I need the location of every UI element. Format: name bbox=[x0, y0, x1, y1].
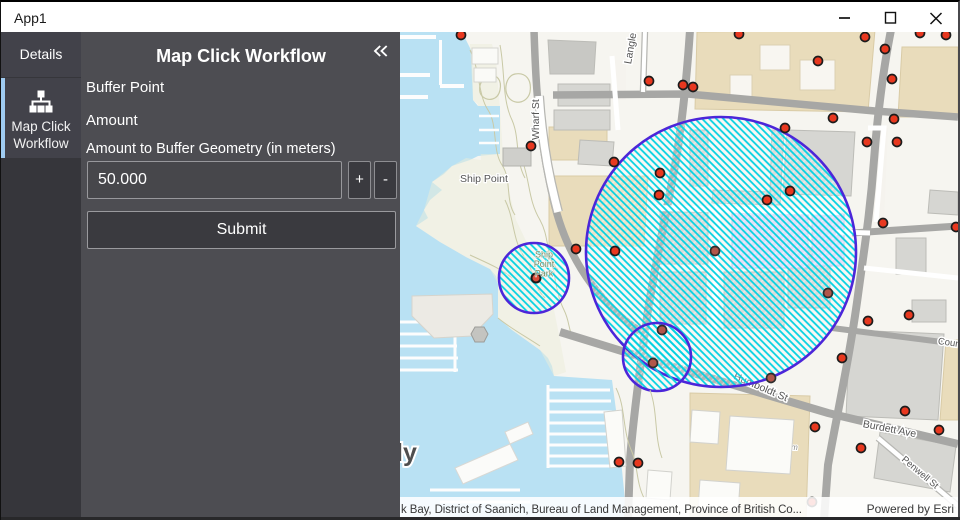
svg-text:Wharf St: Wharf St bbox=[530, 99, 542, 140]
svg-text:Powered by Esri: Powered by Esri bbox=[867, 502, 954, 516]
svg-text:Ship: Ship bbox=[535, 250, 553, 260]
svg-text:k Bay, District of Saanich, Bu: k Bay, District of Saanich, Bureau of La… bbox=[401, 504, 802, 516]
svg-text:Ship Point: Ship Point bbox=[460, 173, 508, 185]
svg-text:Point: Point bbox=[534, 259, 555, 269]
svg-text:Park: Park bbox=[535, 269, 554, 279]
svg-text:ly: ly bbox=[400, 439, 417, 467]
